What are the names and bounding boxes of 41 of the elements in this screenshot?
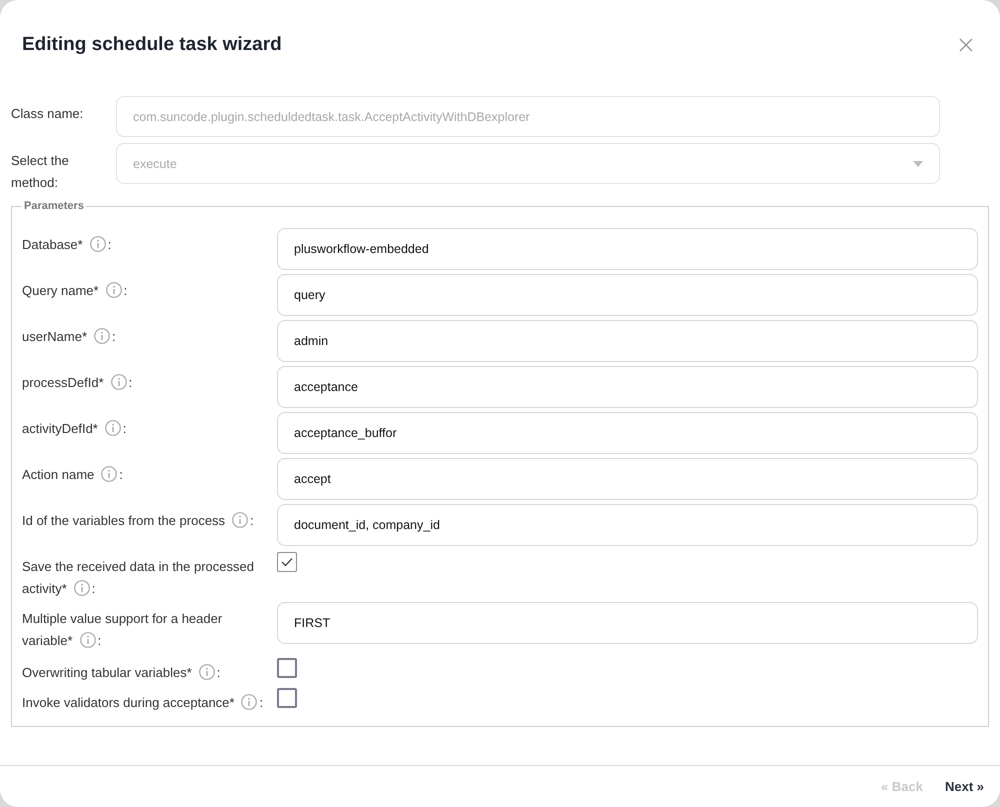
checkbox[interactable]	[277, 688, 297, 708]
parameter-label: Overwriting tabular variables* :	[22, 663, 222, 682]
info-icon[interactable]	[80, 632, 96, 648]
info-icon[interactable]	[104, 420, 121, 436]
parameter-label: Save the received data in the processed activity* :	[22, 558, 255, 598]
info-icon[interactable]	[232, 512, 248, 528]
close-button[interactable]	[958, 37, 974, 53]
parameter-label: Query name* :	[22, 281, 128, 300]
text-input[interactable]: document_id, company_id	[277, 504, 978, 546]
parameter-label: Multiple value support for a header variable* :	[22, 610, 224, 650]
text-input[interactable]: acceptance	[277, 366, 978, 408]
text-input[interactable]: plusworkflow-embedded	[277, 228, 978, 270]
parameter-label: Invoke validators during acceptance* :	[22, 693, 264, 712]
group-legend: Parameters	[22, 200, 86, 212]
dialog-title: Editing schedule task wizard	[22, 33, 282, 57]
info-icon[interactable]	[94, 328, 110, 344]
checkbox[interactable]	[277, 552, 297, 572]
text-input[interactable]: query	[277, 274, 978, 316]
parameter-label: Id of the variables from the process :	[22, 511, 255, 530]
info-icon[interactable]	[101, 466, 118, 482]
text-input[interactable]: acceptance_buffor	[277, 412, 978, 454]
field-label: Class name:	[11, 105, 84, 123]
info-icon[interactable]	[106, 282, 122, 298]
info-icon[interactable]	[241, 694, 258, 710]
text-input[interactable]: accept	[277, 458, 978, 500]
parameter-label: activityDefId* :	[22, 419, 128, 438]
text-input[interactable]: admin	[277, 320, 978, 362]
parameter-label: Database* :	[22, 235, 112, 254]
info-icon[interactable]	[74, 580, 90, 596]
next-button[interactable]: Next »	[944, 779, 984, 794]
field-label: Select the method:	[11, 152, 70, 192]
info-icon[interactable]	[110, 374, 127, 390]
checkbox[interactable]	[277, 658, 297, 678]
info-icon[interactable]	[198, 664, 215, 680]
check-icon	[280, 556, 294, 568]
text-input[interactable]: FIRST	[277, 602, 978, 644]
parameter-label: processDefId* :	[22, 373, 134, 392]
caret-icon	[913, 160, 923, 166]
parameter-label: Action name :	[22, 465, 124, 484]
info-icon[interactable]	[90, 236, 106, 252]
parameter-label: userName* :	[22, 327, 117, 346]
